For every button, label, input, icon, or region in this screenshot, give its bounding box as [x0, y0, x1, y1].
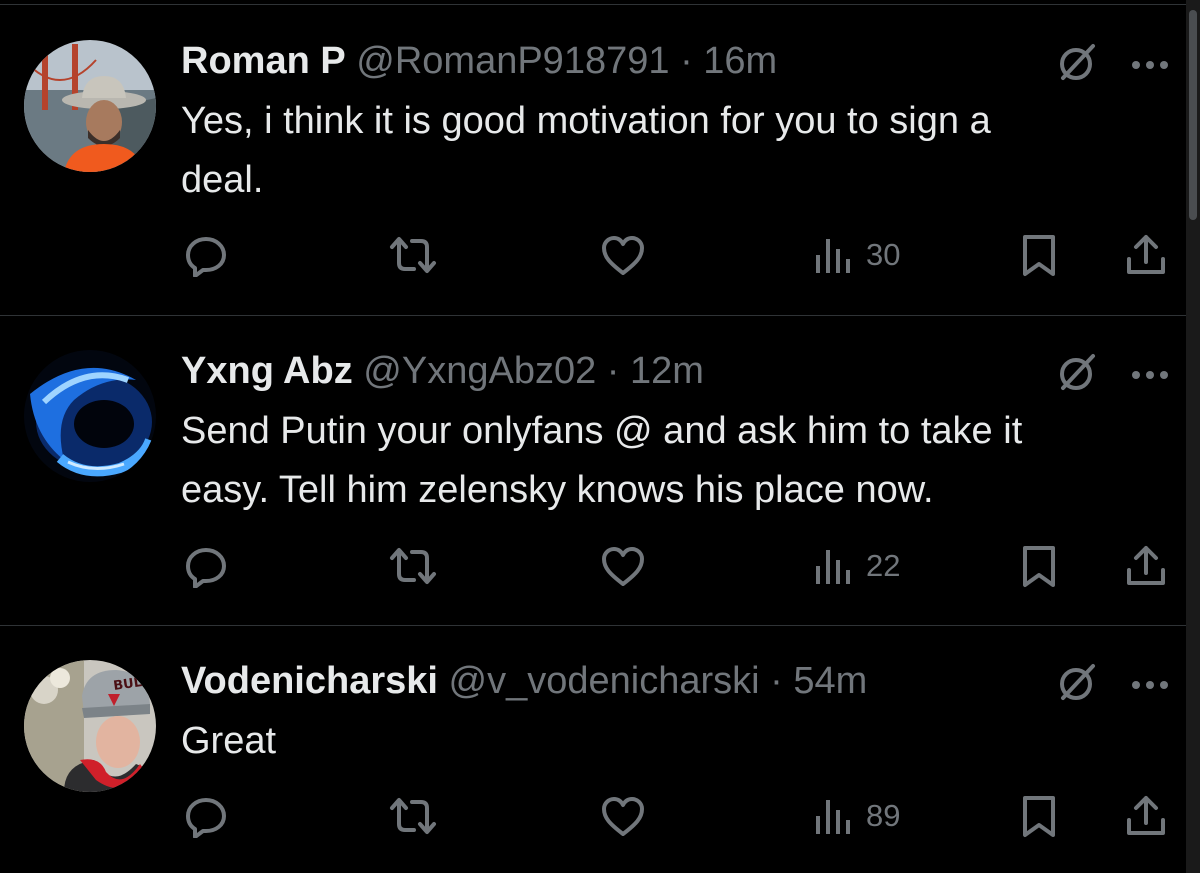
grok-icon[interactable] [1055, 42, 1097, 84]
tweet-text: Yes, i think it is good motivation for y… [181, 100, 991, 201]
separator-dot: · [680, 40, 693, 82]
grok-icon[interactable] [1055, 662, 1097, 704]
views-count: 30 [866, 237, 901, 272]
grok-icon[interactable] [1055, 352, 1097, 394]
avatar[interactable] [24, 40, 156, 172]
views-icon [816, 800, 850, 834]
tweet-text: Great [181, 720, 277, 762]
display-name[interactable]: Yxng Abz [181, 350, 353, 392]
views-count: 22 [866, 548, 901, 583]
action-bar: 89 [180, 794, 1170, 838]
repost-button[interactable] [388, 794, 438, 838]
tweet[interactable]: BULL Vodenicharski @v_vodenicharski · 54… [0, 626, 1186, 873]
reply-button[interactable] [184, 794, 228, 838]
views-button[interactable]: 22 [812, 544, 900, 588]
share-icon [1127, 235, 1165, 274]
repost-button[interactable] [388, 544, 438, 588]
views-icon [816, 239, 850, 273]
views-button[interactable]: 30 [812, 233, 900, 277]
like-icon [602, 797, 644, 836]
user-handle[interactable]: @YxngAbz02 [363, 350, 596, 392]
bookmark-button[interactable] [1020, 544, 1058, 588]
views-button[interactable]: 89 [812, 794, 900, 838]
tweet-text: Send Putin your onlyfans @ and ask him t… [181, 410, 1023, 511]
like-button[interactable] [600, 233, 646, 277]
action-bar: 22 [180, 544, 1170, 588]
separator-dot: · [606, 350, 620, 392]
display-name[interactable]: Vodenicharski [181, 660, 438, 702]
reply-button[interactable] [184, 544, 228, 588]
action-bar: 30 [180, 233, 1170, 277]
timestamp[interactable]: 54m [793, 660, 867, 702]
like-button[interactable] [600, 794, 646, 838]
share-button[interactable] [1124, 544, 1168, 588]
user-handle[interactable]: @RomanP918791 [356, 40, 669, 82]
avatar[interactable] [24, 350, 156, 482]
bookmark-icon [1023, 546, 1055, 587]
share-button[interactable] [1124, 233, 1168, 277]
repost-icon [390, 237, 436, 273]
display-name[interactable]: Roman P [181, 40, 346, 82]
like-icon [602, 236, 644, 275]
repost-icon [390, 798, 436, 834]
avatar[interactable]: BULL [24, 660, 156, 792]
tweet-header: Vodenicharski @v_vodenicharski · 54m [181, 658, 867, 704]
tweet[interactable]: Yxng Abz @YxngAbz02 · 12m Send Putin you… [0, 316, 1186, 626]
bookmark-icon [1023, 235, 1055, 276]
like-icon [602, 547, 644, 586]
reply-feed: Roman P @RomanP918791 · 16m Yes, i think… [0, 0, 1200, 873]
share-button[interactable] [1124, 794, 1168, 838]
views-count: 89 [866, 798, 901, 833]
separator-dot: · [770, 660, 783, 702]
reply-icon [186, 798, 226, 838]
tweet[interactable]: Roman P @RomanP918791 · 16m Yes, i think… [0, 5, 1186, 316]
like-button[interactable] [600, 544, 646, 588]
reply-icon [186, 237, 226, 277]
share-icon [1127, 546, 1165, 585]
scrollbar-thumb[interactable] [1189, 10, 1197, 220]
more-icon[interactable] [1130, 58, 1170, 72]
reply-icon [186, 548, 226, 588]
bookmark-button[interactable] [1020, 794, 1058, 838]
more-icon[interactable] [1130, 368, 1170, 382]
reply-button[interactable] [184, 233, 228, 277]
share-icon [1127, 796, 1165, 835]
timestamp[interactable]: 12m [630, 350, 704, 392]
tweet-header: Yxng Abz @YxngAbz02 · 12m [181, 348, 704, 394]
bookmark-icon [1023, 796, 1055, 837]
more-icon[interactable] [1130, 678, 1170, 692]
views-icon [816, 550, 850, 584]
repost-button[interactable] [388, 233, 438, 277]
bookmark-button[interactable] [1020, 233, 1058, 277]
timestamp[interactable]: 16m [703, 40, 777, 82]
repost-icon [390, 548, 436, 584]
tweet-header: Roman P @RomanP918791 · 16m [181, 38, 777, 84]
user-handle[interactable]: @v_vodenicharski [449, 660, 760, 702]
scrollbar[interactable] [1186, 0, 1200, 873]
